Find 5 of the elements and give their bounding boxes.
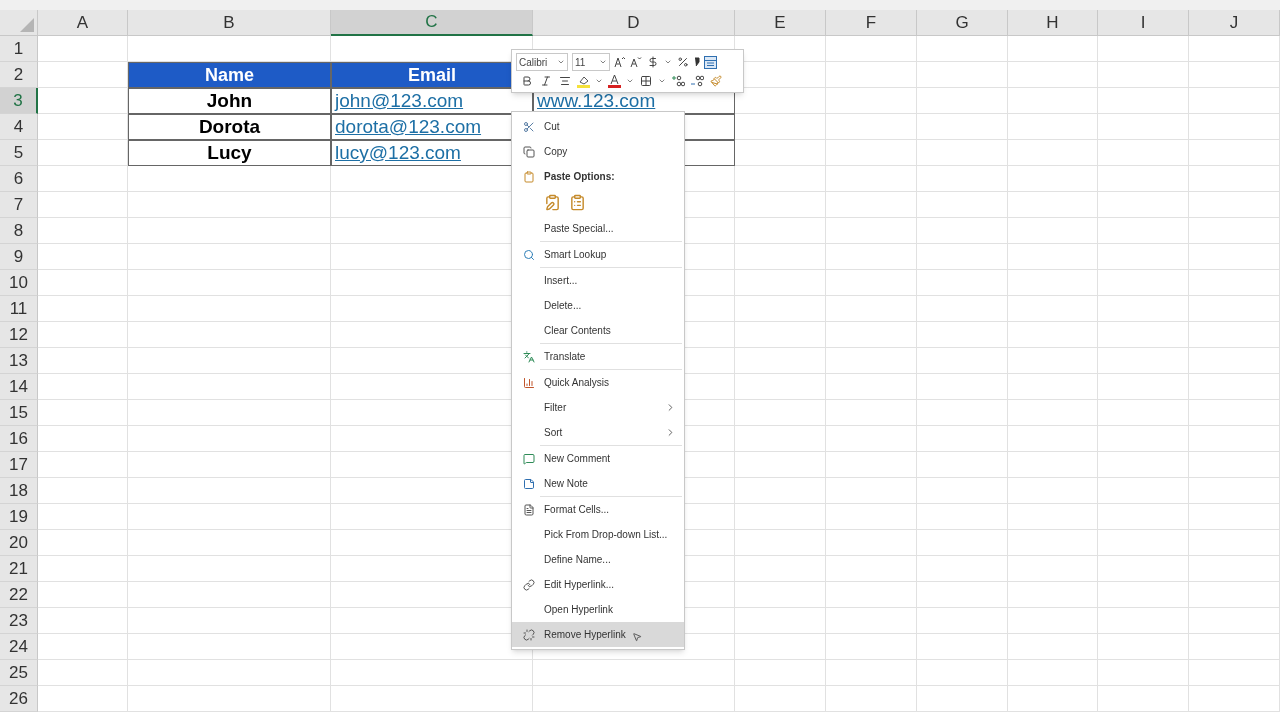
menu-section-title: Paste Options:	[544, 170, 615, 184]
table-cell: Lucy	[128, 140, 331, 166]
table-header-cell: Name	[128, 62, 331, 88]
table-cell: John	[128, 88, 331, 114]
table-cell: Dorota	[128, 114, 331, 140]
